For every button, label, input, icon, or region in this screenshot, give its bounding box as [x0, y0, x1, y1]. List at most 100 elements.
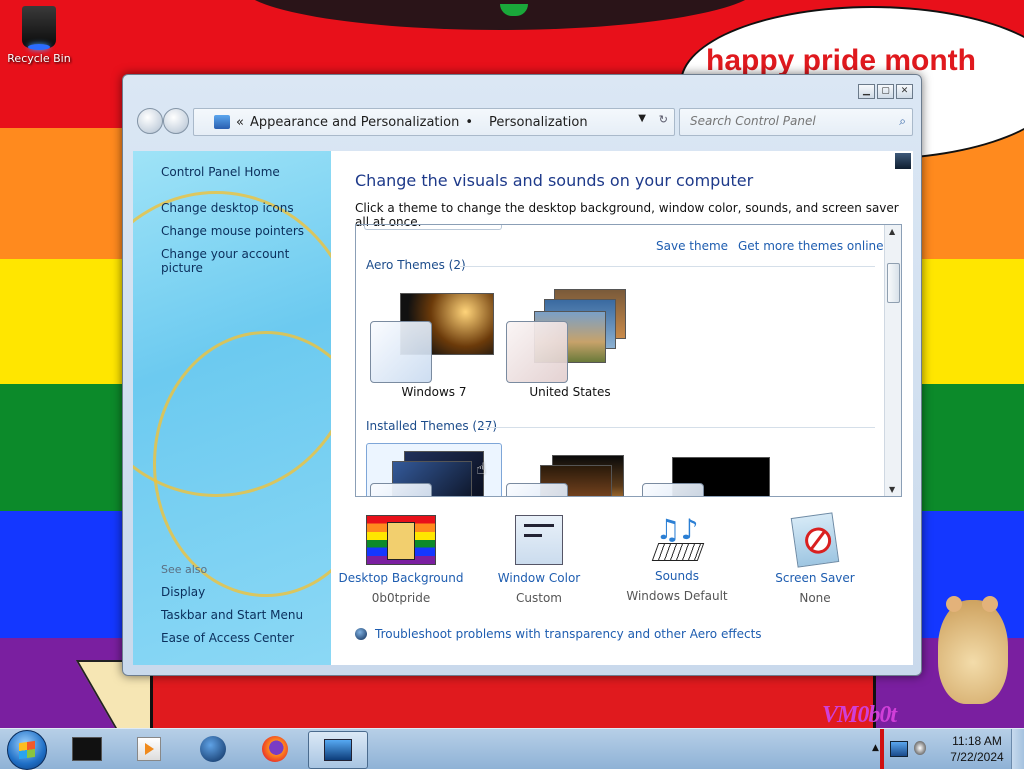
theme-united-states[interactable]: United States — [500, 285, 640, 399]
taskbar-app-media-player[interactable] — [120, 731, 178, 767]
breadcrumb-separator: • — [465, 114, 473, 130]
desktop-background-label[interactable]: Desktop Background — [331, 571, 471, 585]
system-tray: ▲ 11:18 AM 7/22/2024 — [866, 729, 1024, 769]
window-color-icon-bar — [524, 524, 554, 527]
control-panel-icon — [324, 739, 352, 761]
theme-windows-7[interactable]: Windows 7 — [364, 285, 504, 399]
command-prompt-icon — [72, 737, 102, 761]
get-more-themes-link[interactable]: Get more themes online — [738, 239, 884, 253]
show-desktop-button[interactable] — [1011, 729, 1024, 769]
address-bar[interactable]: « Appearance and Personalization • Perso… — [193, 108, 675, 136]
hamster-ear-left — [946, 596, 962, 612]
section-divider — [480, 427, 875, 428]
theme-thumbnail — [636, 447, 776, 496]
section-divider — [460, 266, 875, 267]
firefox-icon — [262, 736, 288, 762]
see-also-label: See also — [161, 563, 208, 576]
ease-of-access-link[interactable]: Ease of Access Center — [161, 631, 294, 645]
taskbar-app-firefox[interactable] — [246, 731, 304, 767]
window-color-icon — [515, 515, 563, 565]
search-input[interactable] — [690, 114, 890, 128]
refresh-icon[interactable]: ↻ — [659, 113, 668, 126]
clock-date: 7/22/2024 — [950, 750, 1004, 764]
theme-thumbnail — [500, 285, 640, 383]
scrollbar-thumb[interactable] — [887, 263, 900, 303]
search-box[interactable]: ⌕ — [679, 108, 913, 136]
speech-bubble-text: happy pride month — [706, 44, 976, 77]
troubleshoot-icon — [355, 628, 367, 640]
network-icon[interactable] — [890, 741, 908, 757]
theme-glass-swatch — [370, 483, 432, 496]
gallery-top-tile — [364, 225, 502, 230]
theme-thumbnail — [364, 285, 504, 383]
forward-button[interactable] — [163, 108, 189, 134]
piano-keys-icon — [651, 543, 705, 561]
main-content: Change the visuals and sounds on your co… — [331, 151, 913, 665]
installed-themes-header: Installed Themes (27) — [366, 419, 498, 433]
start-button[interactable] — [7, 730, 47, 770]
gallery-scrollbar[interactable]: ▲ ▼ — [884, 225, 901, 496]
music-notes-icon: ♫♪ — [655, 513, 699, 546]
installed-theme-3[interactable] — [636, 447, 776, 496]
screen-saver-value: None — [799, 591, 831, 605]
troubleshoot-link[interactable]: Troubleshoot problems with transparency … — [355, 627, 762, 641]
breadcrumb-appearance[interactable]: Appearance and Personalization — [250, 115, 459, 130]
screen-saver-label[interactable]: Screen Saver — [745, 571, 885, 585]
scroll-up-arrow-icon[interactable]: ▲ — [889, 227, 895, 236]
screen-saver-icon — [790, 512, 840, 568]
aero-themes-header: Aero Themes (2) — [366, 258, 466, 272]
window-color-icon-bar — [524, 534, 542, 537]
clock[interactable]: 11:18 AM 7/22/2024 — [942, 733, 1012, 765]
change-mouse-pointers-link[interactable]: Change mouse pointers — [161, 224, 304, 238]
chevron-down-icon[interactable]: ▼ — [638, 113, 646, 124]
breadcrumb-overflow[interactable]: « — [236, 115, 244, 130]
back-button[interactable] — [137, 108, 163, 134]
minimize-button[interactable]: ▁ — [858, 84, 875, 99]
installed-theme-2[interactable] — [500, 447, 640, 496]
mouse-pointer-icon: ☝ — [476, 459, 486, 478]
desktop-background-setting[interactable]: Desktop Background 0b0tpride — [331, 515, 471, 605]
maximize-button[interactable]: ▢ — [877, 84, 894, 99]
desktop-background-value: 0b0tpride — [371, 591, 431, 605]
volume-icon[interactable] — [914, 741, 926, 755]
theme-glass-swatch — [370, 321, 432, 383]
save-theme-link[interactable]: Save theme — [656, 239, 728, 253]
display-link[interactable]: Display — [161, 585, 205, 599]
sounds-setting[interactable]: ♫♪ Sounds Windows Default — [607, 513, 747, 604]
watermark-text: VM0b0t — [822, 702, 897, 728]
theme-thumbnail — [500, 447, 640, 496]
taskbar: ▲ 11:18 AM 7/22/2024 — [0, 728, 1024, 770]
window-color-setting[interactable]: Window Color Custom — [469, 515, 609, 605]
taskbar-app-command-prompt[interactable] — [58, 731, 116, 767]
navigation-bar: « Appearance and Personalization • Perso… — [135, 105, 913, 139]
search-icon[interactable]: ⌕ — [899, 114, 906, 129]
change-account-picture-link[interactable]: Change your account picture — [161, 247, 331, 275]
troubleshoot-label[interactable]: Troubleshoot problems with transparency … — [375, 627, 762, 641]
wallpaper-character-preview — [387, 522, 415, 560]
desktop-background-thumbnail — [366, 515, 436, 565]
change-desktop-icons-link[interactable]: Change desktop icons — [161, 201, 294, 215]
media-player-icon — [137, 737, 161, 761]
desktop-icon-recycle-bin[interactable]: Recycle Bin — [6, 6, 72, 65]
theme-glass-swatch — [506, 321, 568, 383]
help-tile-icon[interactable] — [895, 153, 911, 169]
hamster-image — [938, 596, 1008, 704]
personalization-window: ▁ ▢ ✕ « Appearance and Personalization •… — [122, 74, 922, 676]
theme-label: Windows 7 — [401, 385, 467, 399]
theme-label: United States — [529, 385, 611, 399]
no-entry-icon — [803, 525, 833, 556]
scroll-down-arrow-icon[interactable]: ▼ — [889, 485, 895, 494]
sounds-label[interactable]: Sounds — [607, 569, 747, 583]
taskbar-app-browser[interactable] — [184, 731, 242, 767]
close-button[interactable]: ✕ — [896, 84, 913, 99]
recycle-bin-icon — [22, 6, 56, 50]
control-panel-home-link[interactable]: Control Panel Home — [161, 165, 280, 179]
taskbar-start-menu-link[interactable]: Taskbar and Start Menu — [161, 608, 303, 622]
screen-saver-setting[interactable]: Screen Saver None — [745, 512, 885, 605]
show-hidden-icons-icon[interactable]: ▲ — [872, 743, 879, 753]
window-color-label[interactable]: Window Color — [469, 571, 609, 585]
breadcrumb-personalization[interactable]: Personalization — [489, 115, 588, 130]
clock-time: 11:18 AM — [952, 734, 1002, 748]
desktop-icon-label: Recycle Bin — [7, 52, 71, 65]
taskbar-app-control-panel[interactable] — [308, 731, 368, 769]
